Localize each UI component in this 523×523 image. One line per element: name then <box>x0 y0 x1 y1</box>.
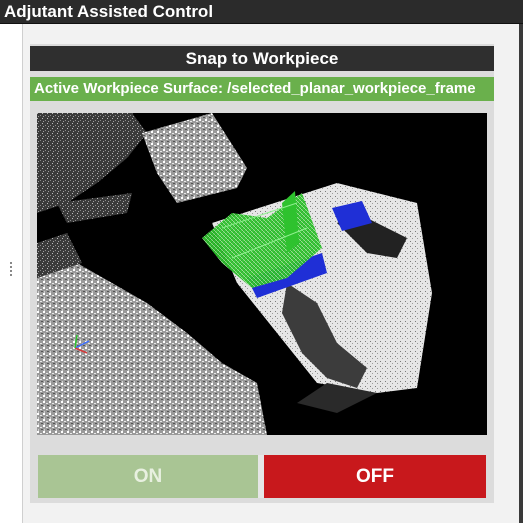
right-edge <box>519 24 523 523</box>
resize-grip-icon[interactable] <box>10 262 13 278</box>
point-cloud-image <box>37 113 487 435</box>
window-title: Adjutant Assisted Control <box>0 0 523 24</box>
active-surface-label: Active Workpiece Surface: /selected_plan… <box>30 77 494 101</box>
panel-header: Snap to Workpiece <box>30 46 494 71</box>
on-button[interactable]: ON <box>38 455 258 498</box>
off-button[interactable]: OFF <box>264 455 486 498</box>
point-cloud-view[interactable] <box>37 113 487 435</box>
